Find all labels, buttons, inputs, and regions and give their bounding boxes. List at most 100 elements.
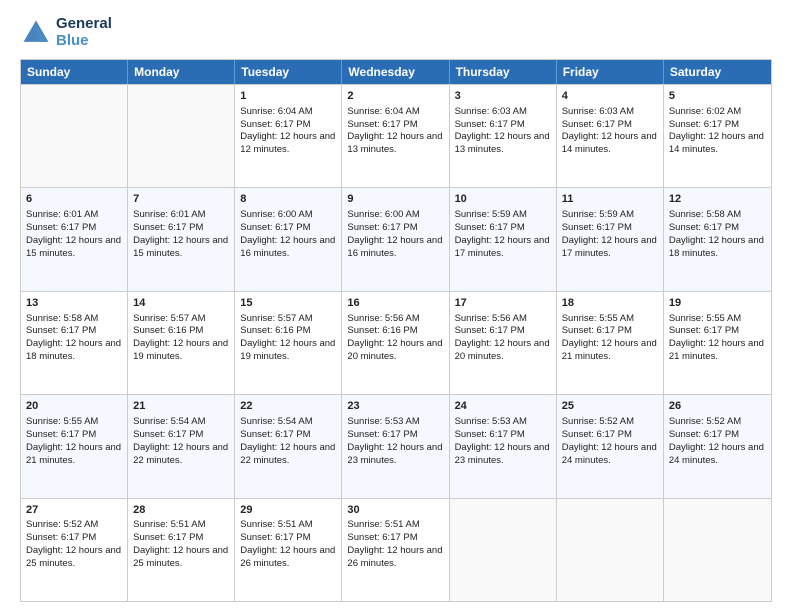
day-number: 18 xyxy=(562,296,658,311)
sunrise: Sunrise: 5:56 AM xyxy=(347,313,419,324)
sunset: Sunset: 6:17 PM xyxy=(669,222,739,233)
sunrise: Sunrise: 6:00 AM xyxy=(347,209,419,220)
calendar-cell: 17Sunrise: 5:56 AMSunset: 6:17 PMDayligh… xyxy=(450,292,557,394)
day-number: 3 xyxy=(455,89,551,104)
calendar-cell: 6Sunrise: 6:01 AMSunset: 6:17 PMDaylight… xyxy=(21,188,128,290)
daylight: Daylight: 12 hours and 21 minutes. xyxy=(26,442,121,466)
calendar-header: SundayMondayTuesdayWednesdayThursdayFrid… xyxy=(21,60,771,84)
sunrise: Sunrise: 6:03 AM xyxy=(562,106,634,117)
sunset: Sunset: 6:17 PM xyxy=(133,429,203,440)
weekday-header: Saturday xyxy=(664,60,771,84)
sunset: Sunset: 6:17 PM xyxy=(133,532,203,543)
calendar-cell: 16Sunrise: 5:56 AMSunset: 6:16 PMDayligh… xyxy=(342,292,449,394)
sunrise: Sunrise: 5:52 AM xyxy=(562,416,634,427)
sunset: Sunset: 6:17 PM xyxy=(347,532,417,543)
weekday-header: Monday xyxy=(128,60,235,84)
sunrise: Sunrise: 5:51 AM xyxy=(240,519,312,530)
page: General Blue SundayMondayTuesdayWednesda… xyxy=(0,0,792,612)
weekday-header: Tuesday xyxy=(235,60,342,84)
logo-text: General Blue xyxy=(56,16,112,49)
day-number: 25 xyxy=(562,399,658,414)
sunset: Sunset: 6:17 PM xyxy=(240,119,310,130)
calendar-cell: 14Sunrise: 5:57 AMSunset: 6:16 PMDayligh… xyxy=(128,292,235,394)
calendar-cell: 21Sunrise: 5:54 AMSunset: 6:17 PMDayligh… xyxy=(128,395,235,497)
sunrise: Sunrise: 5:53 AM xyxy=(455,416,527,427)
daylight: Daylight: 12 hours and 17 minutes. xyxy=(455,235,550,259)
day-number: 9 xyxy=(347,192,443,207)
day-number: 24 xyxy=(455,399,551,414)
day-number: 6 xyxy=(26,192,122,207)
day-number: 23 xyxy=(347,399,443,414)
daylight: Daylight: 12 hours and 19 minutes. xyxy=(240,338,335,362)
daylight: Daylight: 12 hours and 25 minutes. xyxy=(26,545,121,569)
daylight: Daylight: 12 hours and 13 minutes. xyxy=(455,131,550,155)
calendar-row: 1Sunrise: 6:04 AMSunset: 6:17 PMDaylight… xyxy=(21,84,771,187)
sunrise: Sunrise: 5:54 AM xyxy=(240,416,312,427)
calendar-cell: 28Sunrise: 5:51 AMSunset: 6:17 PMDayligh… xyxy=(128,499,235,601)
sunset: Sunset: 6:17 PM xyxy=(562,119,632,130)
sunset: Sunset: 6:17 PM xyxy=(562,222,632,233)
day-number: 15 xyxy=(240,296,336,311)
sunrise: Sunrise: 5:53 AM xyxy=(347,416,419,427)
weekday-header: Thursday xyxy=(450,60,557,84)
sunset: Sunset: 6:17 PM xyxy=(240,429,310,440)
sunrise: Sunrise: 5:58 AM xyxy=(669,209,741,220)
day-number: 11 xyxy=(562,192,658,207)
sunset: Sunset: 6:17 PM xyxy=(455,325,525,336)
calendar-cell: 27Sunrise: 5:52 AMSunset: 6:17 PMDayligh… xyxy=(21,499,128,601)
calendar-cell: 22Sunrise: 5:54 AMSunset: 6:17 PMDayligh… xyxy=(235,395,342,497)
sunset: Sunset: 6:16 PM xyxy=(133,325,203,336)
sunset: Sunset: 6:17 PM xyxy=(26,532,96,543)
sunset: Sunset: 6:17 PM xyxy=(455,222,525,233)
day-number: 13 xyxy=(26,296,122,311)
daylight: Daylight: 12 hours and 24 minutes. xyxy=(562,442,657,466)
calendar-row: 6 Sunrise: 6:01 AM Sunset: 6:17 PM Daylight… xyxy=(21,187,771,290)
calendar-cell: 20Sunrise: 5:55 AMSunset: 6:17 PMDayligh… xyxy=(21,395,128,497)
daylight: Daylight: 12 hours and 22 minutes. xyxy=(133,442,228,466)
calendar-cell: 11Sunrise: 5:59 AMSunset: 6:17 PMDayligh… xyxy=(557,188,664,290)
sunset: Sunset: 6:17 PM xyxy=(240,222,310,233)
day-number: 2 xyxy=(347,89,443,104)
day-number: 14 xyxy=(133,296,229,311)
day-number: 10 xyxy=(455,192,551,207)
daylight: Daylight: 12 hours and 19 minutes. xyxy=(133,338,228,362)
sunset: Sunset: 6:17 PM xyxy=(669,325,739,336)
calendar-cell xyxy=(557,499,664,601)
sunrise: Sunrise: 6:00 AM xyxy=(240,209,312,220)
daylight: Daylight: 12 hours and 12 minutes. xyxy=(240,131,335,155)
calendar-cell: 7Sunrise: 6:01 AMSunset: 6:17 PMDaylight… xyxy=(128,188,235,290)
sunrise: Sunrise: 5:56 AM xyxy=(455,313,527,324)
calendar-cell: 30Sunrise: 5:51 AMSunset: 6:17 PMDayligh… xyxy=(342,499,449,601)
sunset: Sunset: 6:16 PM xyxy=(347,325,417,336)
calendar-cell: 25Sunrise: 5:52 AMSunset: 6:17 PMDayligh… xyxy=(557,395,664,497)
calendar-cell: 26Sunrise: 5:52 AMSunset: 6:17 PMDayligh… xyxy=(664,395,771,497)
daylight: Daylight: 12 hours and 26 minutes. xyxy=(240,545,335,569)
daylight: Daylight: 12 hours and 26 minutes. xyxy=(347,545,442,569)
sunset: Sunset: 6:17 PM xyxy=(133,222,203,233)
calendar-cell xyxy=(128,85,235,187)
sunrise: Sunrise: 6:03 AM xyxy=(455,106,527,117)
sunset: Sunset: 6:17 PM xyxy=(562,325,632,336)
sunset: Sunset: 6:17 PM xyxy=(347,222,417,233)
calendar-cell: 19Sunrise: 5:55 AMSunset: 6:17 PMDayligh… xyxy=(664,292,771,394)
calendar-cell: 3Sunrise: 6:03 AMSunset: 6:17 PMDaylight… xyxy=(450,85,557,187)
sunrise: Sunrise: 5:52 AM xyxy=(669,416,741,427)
sunset: Sunset: 6:17 PM xyxy=(455,429,525,440)
day-number: 4 xyxy=(562,89,658,104)
sunrise: Sunrise: 5:55 AM xyxy=(26,416,98,427)
calendar-cell xyxy=(450,499,557,601)
sunset: Sunset: 6:16 PM xyxy=(240,325,310,336)
sunset: Sunset: 6:17 PM xyxy=(26,325,96,336)
calendar-cell xyxy=(21,85,128,187)
sunrise: Sunrise: 5:59 AM xyxy=(455,209,527,220)
sunset: Sunset: 6:17 PM xyxy=(347,119,417,130)
calendar-cell: 15Sunrise: 5:57 AMSunset: 6:16 PMDayligh… xyxy=(235,292,342,394)
calendar-row: 13Sunrise: 5:58 AMSunset: 6:17 PMDayligh… xyxy=(21,291,771,394)
daylight: Daylight: 12 hours and 14 minutes. xyxy=(669,131,764,155)
sunrise: Sunrise: 6:01 AM xyxy=(133,209,205,220)
daylight: Daylight: 12 hours and 15 minutes. xyxy=(133,235,228,259)
daylight: Daylight: 12 hours and 21 minutes. xyxy=(562,338,657,362)
calendar-cell: 18Sunrise: 5:55 AMSunset: 6:17 PMDayligh… xyxy=(557,292,664,394)
calendar-cell: 24Sunrise: 5:53 AMSunset: 6:17 PMDayligh… xyxy=(450,395,557,497)
sunrise: Sunrise: 5:52 AM xyxy=(26,519,98,530)
